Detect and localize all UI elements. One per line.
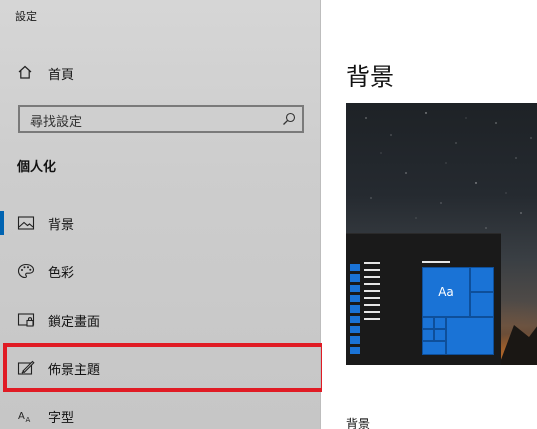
search-box[interactable]: 尋找設定 bbox=[18, 105, 304, 133]
preview-tile bbox=[434, 329, 446, 341]
sidebar-item-themes[interactable]: 佈景主題 bbox=[0, 348, 321, 388]
sidebar-item-background[interactable]: 背景 bbox=[0, 203, 321, 243]
background-preview: Aa bbox=[346, 103, 537, 365]
page-title: 背景 bbox=[346, 63, 394, 91]
sidebar-item-label: 色彩 bbox=[48, 266, 75, 281]
preview-tile bbox=[422, 329, 434, 341]
theme-brush-icon bbox=[17, 360, 35, 375]
preview-tile bbox=[434, 317, 446, 329]
svg-text:A: A bbox=[26, 416, 31, 424]
lock-screen-icon bbox=[17, 313, 35, 327]
main-content: 背景 Aa 背景 bbox=[322, 0, 537, 429]
preview-topline bbox=[422, 261, 450, 263]
preview-tile bbox=[422, 317, 434, 329]
svg-text:A: A bbox=[18, 411, 25, 422]
font-icon: A A bbox=[18, 411, 31, 424]
preview-tile bbox=[422, 341, 446, 355]
selection-indicator bbox=[0, 211, 4, 235]
preview-tile bbox=[470, 267, 494, 292]
sidebar-item-label: 字型 bbox=[48, 411, 75, 426]
preview-tiles: Aa bbox=[422, 267, 494, 355]
search-icon[interactable] bbox=[282, 112, 296, 126]
preview-sample-tile: Aa bbox=[422, 267, 470, 317]
section-heading: 個人化 bbox=[17, 160, 57, 175]
sidebar-item-lock-screen[interactable]: 鎖定畫面 bbox=[0, 300, 321, 340]
sidebar: 設定 首頁 尋找設定 個人化 背景 色彩 鎖定畫面 佈景主題 A A 字型 bbox=[0, 0, 321, 429]
sidebar-item-label: 鎖定畫面 bbox=[48, 315, 101, 330]
theme-preview-window: Aa bbox=[346, 233, 501, 365]
sidebar-item-fonts[interactable]: A A 字型 bbox=[0, 396, 321, 429]
palette-icon bbox=[17, 263, 35, 279]
background-subheading: 背景 bbox=[346, 417, 371, 429]
home-label: 首頁 bbox=[48, 68, 75, 83]
sidebar-item-label: 佈景主題 bbox=[48, 363, 101, 378]
preview-tile bbox=[470, 292, 494, 317]
nav-home[interactable]: 首頁 bbox=[0, 55, 321, 89]
home-icon bbox=[18, 65, 32, 79]
sidebar-item-colors[interactable]: 色彩 bbox=[0, 251, 321, 291]
preview-sidebar bbox=[350, 264, 360, 354]
preview-lines bbox=[364, 262, 380, 320]
preview-tile bbox=[446, 317, 494, 355]
app-title: 設定 bbox=[15, 10, 37, 23]
sidebar-item-label: 背景 bbox=[48, 218, 75, 233]
search-placeholder: 尋找設定 bbox=[30, 115, 83, 130]
picture-icon bbox=[17, 216, 35, 230]
